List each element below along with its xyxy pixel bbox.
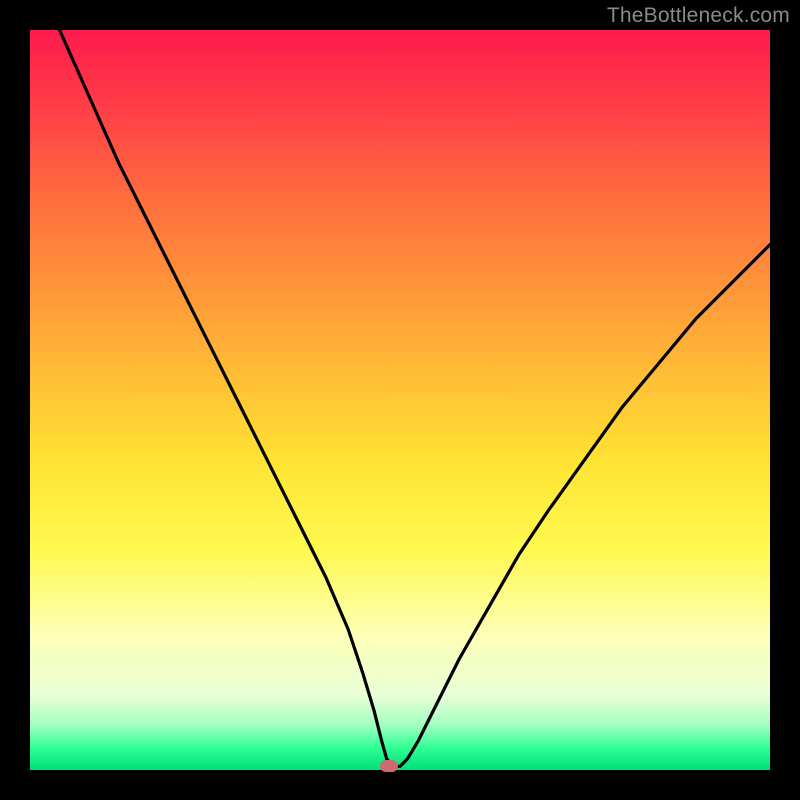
watermark-text: TheBottleneck.com [607, 4, 790, 28]
minimum-marker [380, 760, 398, 772]
bottleneck-curve [30, 30, 770, 770]
chart-frame: TheBottleneck.com [0, 0, 800, 800]
plot-area [30, 30, 770, 770]
